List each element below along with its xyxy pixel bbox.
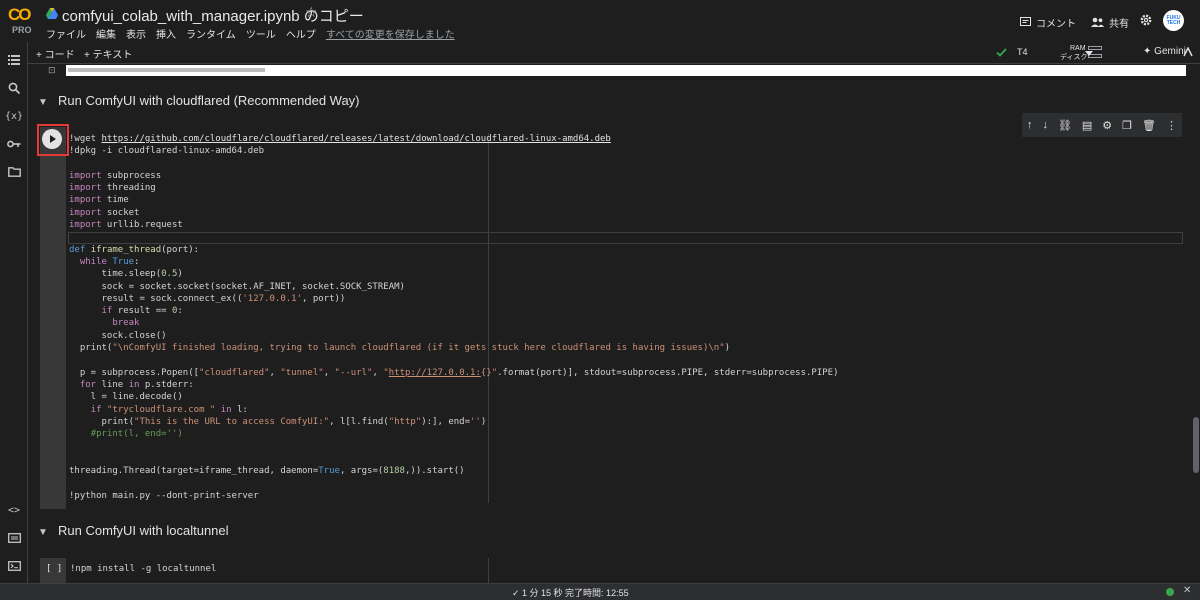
- logo-text: CO: [8, 5, 31, 24]
- menu-file[interactable]: ファイル: [46, 26, 86, 41]
- status-bar: ✓ 1 分 15 秒 完了時間: 12:55 ✕: [0, 583, 1200, 600]
- people-icon: [1091, 17, 1104, 27]
- toc-icon[interactable]: [6, 52, 22, 68]
- move-down-icon[interactable]: ↓: [1042, 119, 1048, 131]
- check-icon: [996, 48, 1007, 57]
- chevron-down-icon[interactable]: [1085, 51, 1093, 56]
- colab-logo[interactable]: CO PRO: [8, 6, 36, 36]
- cell-prompt[interactable]: [ ]: [46, 564, 62, 574]
- execution-status[interactable]: ✓ 1 分 15 秒 完了時間: 12:55: [512, 586, 629, 599]
- notebook-scrollbar[interactable]: [1192, 65, 1200, 583]
- gemini-label: Gemini: [1154, 46, 1186, 57]
- cell-toolbar: ↑ ↓ ⛓ ▤ ⚙ ❐ 🗑 ⋮: [1022, 113, 1182, 137]
- section-cloudflared[interactable]: ▼ Run ComfyUI with cloudflared (Recommend…: [28, 93, 360, 108]
- menu-help[interactable]: ヘルプ: [286, 26, 316, 41]
- notebook-toolbar: + コード + テキスト T4 RAM ディスク ✦ Gemini: [28, 42, 1200, 64]
- disk-label: ディスク: [1060, 54, 1088, 61]
- menu-edit[interactable]: 編集: [96, 26, 116, 41]
- menu-runtime[interactable]: ランタイム: [186, 26, 236, 41]
- notebook-title[interactable]: comfyui_colab_with_manager.ipynb のコピー: [62, 5, 364, 26]
- code-cell[interactable]: [ ] !npm install -g localtunnel: [40, 558, 1192, 583]
- section-title: Run ComfyUI with cloudflared (Recommende…: [58, 93, 360, 108]
- share-label: 共有: [1109, 18, 1129, 30]
- variables-icon[interactable]: {x}: [5, 108, 23, 124]
- avatar[interactable]: FUKU TECH: [1163, 10, 1184, 31]
- gear-icon[interactable]: ⚙: [1102, 119, 1112, 132]
- connection-status-icon[interactable]: [1166, 588, 1174, 596]
- comment-icon[interactable]: ▤: [1082, 119, 1092, 132]
- section-localtunnel[interactable]: ▼ Run ComfyUI with localtunnel: [28, 523, 229, 538]
- gemini-button[interactable]: ✦ Gemini: [1143, 46, 1186, 57]
- share-button[interactable]: 共有: [1091, 12, 1129, 32]
- menu-bar: ファイル 編集 表示 挿入 ランタイム ツール ヘルプ すべての変更を保存しまし…: [46, 26, 455, 41]
- terminal-icon[interactable]: [6, 558, 22, 574]
- folder-icon[interactable]: [6, 164, 22, 180]
- code-text[interactable]: !wget https://github.com/cloudflare/clou…: [69, 133, 839, 502]
- pro-badge: PRO: [12, 25, 32, 35]
- command-palette-icon[interactable]: [6, 530, 22, 546]
- close-icon[interactable]: ✕: [1183, 585, 1191, 596]
- output-scrollbar[interactable]: [68, 68, 265, 72]
- chevron-down-icon[interactable]: ▼: [28, 527, 58, 538]
- comment-icon: [1020, 16, 1031, 26]
- section-title: Run ComfyUI with localtunnel: [58, 523, 229, 538]
- output-collapse-icon[interactable]: ⊡: [48, 65, 56, 76]
- search-icon[interactable]: [6, 80, 22, 96]
- column-ruler: [488, 558, 489, 583]
- ram-bar: [1088, 46, 1102, 50]
- expand-icon[interactable]: [1183, 47, 1193, 57]
- chevron-down-icon[interactable]: ▼: [28, 97, 58, 108]
- code-editor[interactable]: [66, 558, 1192, 583]
- more-icon[interactable]: ⋮: [1166, 119, 1177, 132]
- cell-gutter: [40, 127, 66, 509]
- delete-icon[interactable]: 🗑: [1142, 119, 1156, 132]
- notebook-content: ⊡ ▼ Run ComfyUI with cloudflared (Recomme…: [28, 65, 1192, 583]
- scroll-thumb[interactable]: [1193, 417, 1199, 473]
- code-snippets-icon[interactable]: <>: [6, 502, 22, 518]
- sidebar: {x} <>: [0, 42, 28, 600]
- move-up-icon[interactable]: ↑: [1027, 119, 1033, 131]
- menu-insert[interactable]: 挿入: [156, 26, 176, 41]
- resource-meter[interactable]: RAM ディスク: [1060, 44, 1088, 62]
- previous-output: [66, 65, 1186, 76]
- gear-icon[interactable]: [1140, 14, 1152, 26]
- add-code-button[interactable]: + コード: [36, 46, 75, 61]
- comment-label: コメント: [1036, 18, 1076, 30]
- run-button-highlight: [37, 124, 69, 156]
- header: CO PRO comfyui_colab_with_manager.ipynb …: [0, 0, 1200, 42]
- ram-label: RAM: [1070, 45, 1086, 52]
- code-text[interactable]: !npm install -g localtunnel: [70, 564, 216, 574]
- menu-tools[interactable]: ツール: [246, 26, 276, 41]
- key-icon[interactable]: [6, 136, 22, 152]
- mirror-icon[interactable]: ❐: [1122, 119, 1132, 132]
- drive-icon[interactable]: [46, 8, 58, 19]
- sparkle-icon: ✦: [1143, 46, 1152, 57]
- star-icon[interactable]: ☆: [305, 4, 318, 21]
- menu-view[interactable]: 表示: [126, 26, 146, 41]
- save-status[interactable]: すべての変更を保存しました: [326, 26, 455, 41]
- comment-button[interactable]: コメント: [1020, 12, 1076, 32]
- add-text-button[interactable]: + テキスト: [84, 46, 132, 61]
- runtime-type[interactable]: T4: [1017, 47, 1028, 57]
- link-icon[interactable]: ⛓: [1058, 119, 1072, 132]
